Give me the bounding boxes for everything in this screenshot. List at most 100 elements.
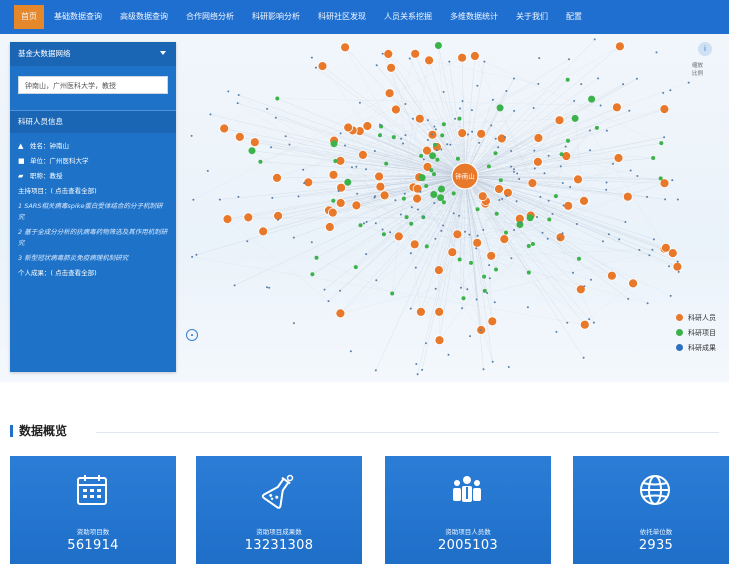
person-node[interactable] bbox=[328, 169, 339, 180]
project-node[interactable] bbox=[248, 147, 256, 155]
achievement-node[interactable] bbox=[402, 142, 404, 145]
person-node[interactable] bbox=[496, 133, 507, 144]
achievement-node[interactable] bbox=[479, 329, 482, 332]
project-node[interactable] bbox=[433, 142, 437, 147]
person-node[interactable] bbox=[457, 52, 468, 63]
achievement-node[interactable] bbox=[435, 149, 438, 152]
achievement-node[interactable] bbox=[627, 297, 630, 300]
person-node[interactable] bbox=[434, 306, 445, 317]
person-node[interactable] bbox=[409, 239, 420, 250]
achievement-node[interactable] bbox=[588, 318, 591, 321]
person-node[interactable] bbox=[563, 200, 574, 211]
person-node[interactable] bbox=[219, 123, 230, 134]
achievement-node[interactable] bbox=[501, 198, 504, 200]
achievement-node[interactable] bbox=[493, 301, 496, 304]
project-node[interactable] bbox=[441, 122, 446, 127]
person-node[interactable] bbox=[527, 178, 538, 189]
achievement-node[interactable] bbox=[209, 113, 212, 116]
project-node[interactable] bbox=[438, 185, 445, 193]
person-node[interactable] bbox=[351, 200, 362, 211]
achievement-node[interactable] bbox=[416, 373, 419, 376]
project-item[interactable]: 3 新型冠状病毒肺炎免疫病理机制研究 bbox=[10, 251, 176, 266]
project-node[interactable] bbox=[494, 267, 498, 272]
project-node[interactable] bbox=[381, 232, 386, 237]
achievement-node[interactable] bbox=[292, 236, 295, 239]
achievement-node[interactable] bbox=[664, 198, 667, 201]
person-node[interactable] bbox=[613, 153, 624, 163]
achievement-node[interactable] bbox=[339, 289, 342, 292]
achievement-node[interactable] bbox=[636, 175, 639, 177]
project-node[interactable] bbox=[353, 265, 358, 270]
person-node[interactable] bbox=[433, 265, 444, 276]
person-node[interactable] bbox=[487, 316, 498, 327]
project-node[interactable] bbox=[577, 256, 581, 261]
achievement-node[interactable] bbox=[375, 279, 378, 282]
achievement-node[interactable] bbox=[292, 322, 295, 325]
person-node[interactable] bbox=[234, 132, 245, 142]
achievement-node[interactable] bbox=[297, 195, 300, 198]
stat-card-outcomes[interactable]: 资助项目成果数 13231308 bbox=[196, 456, 362, 564]
nav-item-config[interactable]: 配置 bbox=[558, 5, 590, 29]
achievement-node[interactable] bbox=[339, 132, 342, 135]
achievement-node[interactable] bbox=[655, 51, 658, 54]
achievement-node[interactable] bbox=[266, 107, 269, 110]
achievements-link[interactable]: 个人成果：( 点击查看全部) bbox=[10, 266, 176, 281]
project-node[interactable] bbox=[559, 152, 564, 157]
achievement-node[interactable] bbox=[488, 264, 491, 267]
project-node[interactable] bbox=[409, 221, 414, 226]
person-node[interactable] bbox=[476, 128, 487, 139]
achievement-node[interactable] bbox=[629, 169, 632, 172]
project-node[interactable] bbox=[429, 152, 437, 160]
info-icon[interactable]: i bbox=[698, 42, 712, 56]
project-node[interactable] bbox=[424, 244, 429, 249]
achievement-node[interactable] bbox=[488, 277, 491, 280]
achievement-node[interactable] bbox=[415, 363, 418, 365]
achievement-node[interactable] bbox=[394, 199, 397, 202]
project-node[interactable] bbox=[565, 77, 570, 82]
achievement-node[interactable] bbox=[498, 199, 501, 201]
achievement-node[interactable] bbox=[274, 116, 277, 119]
achievement-node[interactable] bbox=[236, 102, 239, 105]
achievement-node[interactable] bbox=[513, 168, 515, 171]
achievement-node[interactable] bbox=[676, 260, 679, 263]
achievement-node[interactable] bbox=[310, 56, 313, 59]
person-node[interactable] bbox=[374, 171, 385, 182]
project-node[interactable] bbox=[344, 178, 352, 186]
achievement-node[interactable] bbox=[662, 91, 665, 94]
achievement-node[interactable] bbox=[597, 77, 600, 80]
achievement-node[interactable] bbox=[516, 172, 519, 175]
project-node[interactable] bbox=[430, 191, 438, 198]
person-node[interactable] bbox=[272, 172, 282, 183]
project-node[interactable] bbox=[526, 270, 531, 275]
project-node[interactable] bbox=[275, 96, 280, 101]
person-node[interactable] bbox=[386, 62, 397, 73]
person-node[interactable] bbox=[424, 55, 435, 66]
achievement-node[interactable] bbox=[422, 158, 425, 161]
achievement-node[interactable] bbox=[515, 200, 518, 203]
achievement-node[interactable] bbox=[513, 170, 515, 173]
achievement-node[interactable] bbox=[268, 286, 271, 289]
achievement-node[interactable] bbox=[375, 64, 378, 67]
achievement-node[interactable] bbox=[491, 360, 494, 363]
achievement-node[interactable] bbox=[532, 107, 535, 109]
achievement-node[interactable] bbox=[449, 143, 452, 146]
achievement-node[interactable] bbox=[271, 196, 274, 199]
stat-card-institutions[interactable]: 依托单位数 2935 bbox=[573, 456, 729, 564]
person-node[interactable] bbox=[447, 247, 458, 258]
achievement-node[interactable] bbox=[410, 206, 413, 209]
achievement-node[interactable] bbox=[431, 133, 433, 136]
person-node[interactable] bbox=[579, 195, 589, 206]
achievement-node[interactable] bbox=[448, 60, 451, 63]
achievement-node[interactable] bbox=[237, 195, 240, 198]
achievement-node[interactable] bbox=[365, 253, 368, 256]
project-node[interactable] bbox=[333, 159, 338, 163]
person-node[interactable] bbox=[412, 193, 423, 204]
achievement-node[interactable] bbox=[483, 60, 486, 63]
achievement-node[interactable] bbox=[356, 192, 359, 195]
person-node[interactable] bbox=[249, 137, 260, 148]
nav-item-relation-mining[interactable]: 人员关系挖掘 bbox=[376, 5, 440, 29]
person-node[interactable] bbox=[384, 88, 395, 99]
achievement-node[interactable] bbox=[561, 182, 564, 184]
person-node[interactable] bbox=[415, 306, 426, 317]
achievement-node[interactable] bbox=[464, 230, 467, 233]
